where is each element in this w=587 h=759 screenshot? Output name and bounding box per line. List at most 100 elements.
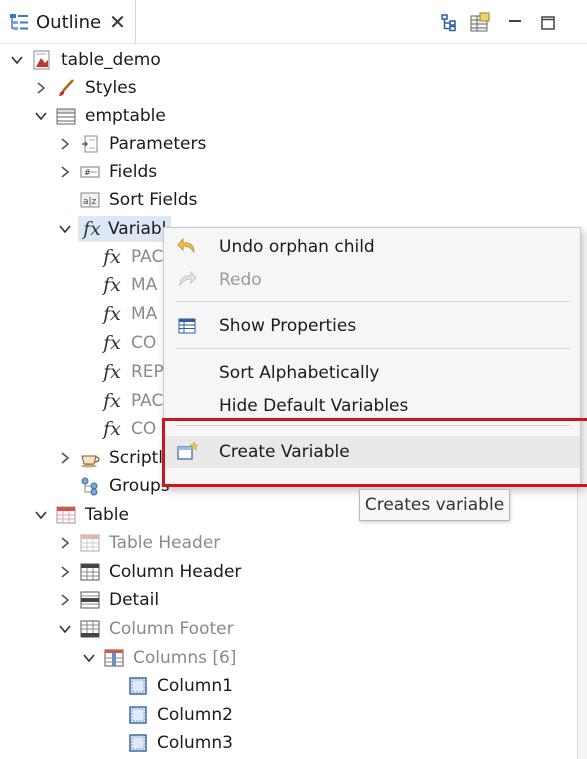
column-header-icon <box>78 560 102 584</box>
tree-node-variables[interactable]: fx Variabl <box>58 215 172 243</box>
chevron-down-icon[interactable] <box>82 651 96 665</box>
dataset-icon <box>54 104 78 128</box>
tree-label: Groups <box>109 476 170 496</box>
tree-node-fields[interactable]: # Fields <box>58 158 157 186</box>
tree-node-table[interactable]: Table <box>34 501 129 529</box>
chevron-down-icon[interactable] <box>34 109 48 123</box>
chevron-down-icon[interactable] <box>34 508 48 522</box>
variable-item[interactable]: fx CO <box>100 329 156 357</box>
tree-node-groups[interactable]: Groups <box>58 472 170 500</box>
tree-label: REP <box>131 362 164 382</box>
variable-item[interactable]: fx PAC <box>100 387 163 415</box>
tree-label: table_demo <box>61 50 161 70</box>
chevron-right-icon[interactable] <box>58 137 72 151</box>
tree-node-column[interactable]: Column3 <box>126 729 233 757</box>
column-footer-icon <box>78 617 102 641</box>
variable-item[interactable]: fx MA <box>100 271 157 299</box>
menu-item-sort-alphabetically[interactable]: Sort Alphabetically <box>164 357 580 389</box>
variable-item[interactable]: fx REP <box>100 358 164 386</box>
variable-item[interactable]: fx PAC <box>100 243 163 271</box>
variable-item[interactable]: fx CO <box>100 415 156 443</box>
coffee-cup-icon <box>78 446 102 470</box>
tree-node-table-demo[interactable]: table_demo <box>10 46 161 74</box>
function-icon: fx <box>103 274 121 296</box>
chevron-right-icon[interactable] <box>58 451 72 465</box>
function-icon: fx <box>103 303 121 325</box>
tree-node-detail[interactable]: Detail <box>58 586 159 614</box>
tree-label: Column Header <box>109 562 242 582</box>
tree-label: Columns [6] <box>133 648 237 668</box>
menu-item-undo[interactable]: Undo orphan child <box>164 231 580 263</box>
columns-icon <box>102 646 126 670</box>
tree-label: Sort Fields <box>109 190 198 210</box>
tree-label: Fields <box>109 162 158 182</box>
tree-node-columns[interactable]: Columns [6] <box>82 644 236 672</box>
tree-label: Column1 <box>157 676 233 696</box>
function-icon: fx <box>83 218 101 240</box>
tooltip: Creates variable <box>359 489 510 521</box>
variable-item[interactable]: fx MA <box>100 300 157 328</box>
menu-item-redo: Redo <box>164 264 580 296</box>
column-icon <box>126 674 150 698</box>
function-icon: fx <box>103 246 121 268</box>
chevron-right-icon[interactable] <box>58 536 72 550</box>
menu-item-show-properties[interactable]: Show Properties <box>164 310 580 342</box>
chevron-right-icon[interactable] <box>58 165 72 179</box>
tree-node-column-header[interactable]: Column Header <box>58 558 241 586</box>
tree-label: Detail <box>109 590 160 610</box>
menu-separator <box>176 348 570 349</box>
tree-label: Scriptl <box>109 448 164 468</box>
menu-item-create-variable[interactable]: Create Variable <box>164 436 580 468</box>
tree-label: CO <box>131 333 157 353</box>
chevron-right-icon[interactable] <box>58 565 72 579</box>
tree-node-scriptlets[interactable]: Scriptl <box>58 444 163 472</box>
parameters-icon <box>78 132 102 156</box>
tree-label: Table Header <box>109 533 221 553</box>
function-icon: fx <box>103 332 121 354</box>
column-icon <box>126 731 150 755</box>
undo-icon <box>174 234 200 260</box>
tree-label: CO <box>131 419 157 439</box>
menu-item-label: Sort Alphabetically <box>219 363 380 383</box>
selected-node[interactable]: fx Variabl <box>78 216 172 242</box>
minimize-icon[interactable] <box>502 10 528 36</box>
chevron-down-icon[interactable] <box>58 222 72 236</box>
tree-node-column-footer[interactable]: Column Footer <box>58 615 234 643</box>
menu-item-label: Redo <box>219 270 262 290</box>
tree-node-sort-fields[interactable]: a|z Sort Fields <box>58 186 197 214</box>
menu-item-label: Hide Default Variables <box>219 396 409 416</box>
table-icon <box>54 503 78 527</box>
tree-label: Column2 <box>157 705 233 725</box>
create-variable-icon <box>174 439 200 465</box>
table-filter-icon[interactable] <box>467 10 493 36</box>
fields-icon: # <box>78 160 102 184</box>
chevron-down-icon[interactable] <box>58 622 72 636</box>
tree-node-emptable[interactable]: emptable <box>34 102 166 130</box>
tree-node-column[interactable]: Column2 <box>126 701 233 729</box>
detail-icon <box>78 588 102 612</box>
chevron-down-icon[interactable] <box>10 53 24 67</box>
close-icon[interactable]: ✕ <box>109 10 126 34</box>
table-header-icon <box>78 531 102 555</box>
tree-node-column[interactable]: Column1 <box>126 672 233 700</box>
menu-item-hide-default-variables[interactable]: Hide Default Variables <box>164 390 580 422</box>
column-icon <box>126 703 150 727</box>
sort-az-icon: a|z <box>78 188 102 212</box>
svg-text:#: # <box>84 168 91 177</box>
tree-node-parameters[interactable]: Parameters <box>58 130 206 158</box>
chevron-right-icon[interactable] <box>58 593 72 607</box>
outline-tab[interactable]: Outline ✕ <box>0 0 136 44</box>
paint-brush-icon <box>54 76 78 100</box>
tree-node-table-header[interactable]: Table Header <box>58 529 220 557</box>
tree-label: Variabl <box>108 219 167 239</box>
tree-layout-icon[interactable] <box>436 10 462 36</box>
report-icon <box>30 48 54 72</box>
tree-label: Column Footer <box>109 619 234 639</box>
tree-node-styles[interactable]: Styles <box>34 74 137 102</box>
tree-label: Table <box>85 505 129 525</box>
tree-label: Styles <box>85 78 137 98</box>
menu-separator <box>176 425 570 426</box>
function-icon: fx <box>103 361 121 383</box>
chevron-right-icon[interactable] <box>34 81 48 95</box>
maximize-icon[interactable] <box>535 10 561 36</box>
